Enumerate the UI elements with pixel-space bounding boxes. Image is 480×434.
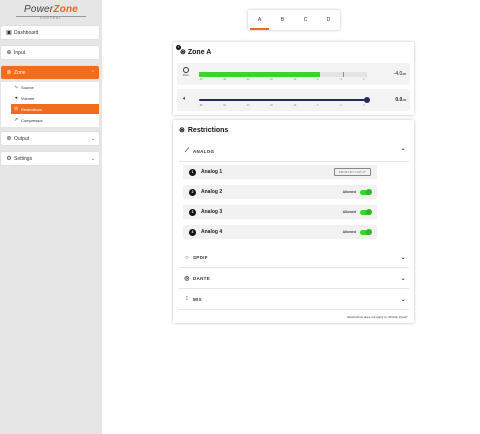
level-meter-row: Meter -50 -40 -30 -20 -10 -6 -3 0 -4.0dB (177, 63, 410, 85)
dashboard-icon: ▣ (6, 30, 12, 36)
accordion-analog[interactable]: ⟋ ANALOG ⌃ (179, 142, 409, 162)
volume-slider[interactable] (199, 97, 370, 103)
accordion-mix[interactable]: ⫶ MIX ⌄ (179, 290, 409, 310)
analog-icon: ⟋ (184, 148, 190, 154)
restrictions-title: ⊛ Restrictions (179, 126, 229, 135)
accordion-dante[interactable]: ◎ DANTE ⌄ (179, 269, 409, 289)
input-row-analog-4: 4 Analog 4 Allowed (183, 225, 377, 239)
source-icon: ⤷ (14, 84, 18, 90)
primary-input-badge: PRIMARY INPUT (333, 168, 371, 176)
spdif-icon: ○ (185, 254, 189, 261)
allow-toggle[interactable] (360, 189, 372, 195)
sidebar-item-input[interactable]: ⊕ Input (1, 46, 99, 59)
volume-tick-label: -10 (292, 104, 297, 107)
sidebar-item-dashboard[interactable]: ▣ Dashboard (1, 26, 99, 39)
sidebar-subitem-volume[interactable]: ◂ Volume (11, 93, 99, 103)
volume-ticks: -80 -60 -40 -20 -10 -6 -3 0 (199, 104, 367, 108)
sidebar-subitem-compressor[interactable]: ↗ Compressor (11, 115, 99, 125)
volume-tick-label: -40 (245, 104, 250, 107)
chevron-up-icon: ⌃ (400, 149, 406, 155)
chevron-down-icon: ⌄ (400, 297, 406, 303)
volume-tick-label: 0 (363, 104, 365, 107)
output-icon: ⊛ (6, 136, 12, 142)
zone-card: 4 ⊛ Zone A Meter -50 -40 -30 -20 -10 -6 -3 0 -4… (173, 42, 414, 115)
volume-tick-label: -60 (222, 104, 227, 107)
volume-value: 0.0dB (395, 97, 406, 103)
level-meter (199, 72, 367, 77)
mix-icon: ⫶ (186, 296, 188, 302)
zone-title: ⊛ Zone A (180, 48, 212, 57)
meter-tick-label: -40 (222, 78, 227, 81)
zone-tabs: A B C D (248, 10, 340, 30)
sidebar-subitem-source[interactable]: ⤷ Source (11, 82, 99, 92)
volume-row: 🔈︎ -80 -60 -40 -20 -10 -6 -3 0 0.0dB (177, 89, 410, 111)
meter-icon: Meter (182, 67, 190, 77)
meter-tick-label: -30 (245, 78, 250, 81)
input-icon: ⊕ (6, 50, 12, 56)
restrictions-icon: ⊘ (13, 106, 19, 112)
sidebar-item-settings[interactable]: ⚙ Settings ⌄ (1, 152, 99, 165)
volume-tick-label: -3 (339, 104, 342, 107)
chevron-down-icon: ⌄ (400, 276, 406, 282)
chevron-down-icon: ⌄ (400, 255, 406, 261)
level-meter-peak (343, 72, 345, 77)
zone-icon: ⊛ (180, 49, 186, 56)
app-logo: PowerZone CONTROL (0, 4, 102, 20)
meter-value: -4.0dB (393, 71, 406, 77)
input-row-analog-1: 1 Analog 1 PRIMARY INPUT (183, 165, 377, 179)
meter-tick-label: -50 (199, 78, 203, 81)
zone-icon: ⊚ (6, 70, 12, 76)
volume-icon: ◂ (14, 95, 18, 101)
volume-slider-thumb[interactable] (364, 97, 370, 103)
sidebar: PowerZone CONTROL ▣ Dashboard ⊕ Input ⊚ … (0, 0, 102, 434)
accordion-spdif[interactable]: ○ SPDIF ⌄ (179, 248, 409, 268)
input-row-analog-2: 2 Analog 2 Allowed (183, 185, 377, 199)
gear-icon: ⚙ (6, 156, 12, 162)
restrictions-icon: ⊛ (179, 127, 185, 134)
restrictions-card: ⊛ Restrictions ⟋ ANALOG ⌃ 1 Analog 1 PRI… (173, 120, 414, 323)
speaker-icon: 🔈︎ (183, 96, 187, 102)
tab-b[interactable]: B (271, 10, 294, 30)
sidebar-item-zone[interactable]: ⊚ Zone ⌃ (1, 66, 99, 79)
dante-icon: ◎ (184, 276, 190, 282)
level-meter-fill (199, 72, 320, 77)
tab-a[interactable]: A (248, 10, 271, 30)
tab-d[interactable]: D (317, 10, 340, 30)
meter-tick-label: -6 (316, 78, 319, 81)
meter-ticks: -50 -40 -30 -20 -10 -6 -3 0 (199, 78, 367, 82)
chevron-down-icon: ⌄ (91, 155, 96, 162)
allow-toggle[interactable] (360, 229, 372, 235)
volume-tick-label: -6 (316, 104, 319, 107)
chevron-down-icon: ⌄ (91, 135, 96, 142)
sidebar-item-output[interactable]: ⊛ Output ⌄ (1, 132, 99, 145)
meter-tick-label: -3 (339, 78, 342, 81)
input-row-analog-3: 3 Analog 3 Allowed (183, 205, 377, 219)
tab-c[interactable]: C (294, 10, 317, 30)
sidebar-subitem-restrictions[interactable]: ⊘ Restrictions (11, 104, 99, 114)
meter-tick-label: 0 (363, 78, 365, 81)
restrictions-footnote: Restrictions does not apply to "Priority… (347, 315, 408, 319)
compressor-icon: ↗ (13, 117, 19, 123)
meter-tick-label: -10 (292, 78, 297, 81)
allow-toggle[interactable] (360, 209, 372, 215)
volume-tick-label: -20 (269, 104, 273, 107)
chevron-up-icon: ⌃ (91, 69, 96, 76)
volume-tick-label: -80 (199, 104, 203, 107)
meter-tick-label: -20 (269, 78, 273, 81)
